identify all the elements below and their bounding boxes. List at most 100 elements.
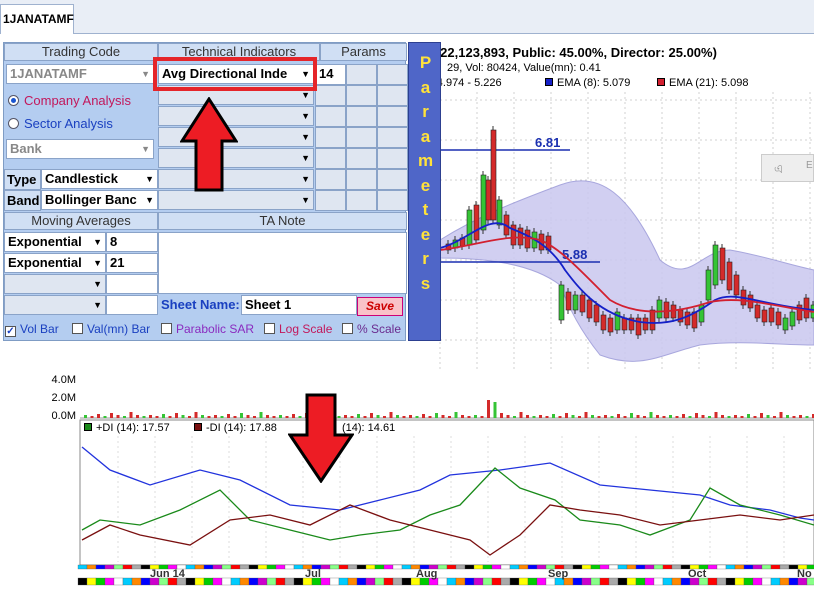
param-input-r1-c3[interactable] [377,64,408,85]
param-input-r3-c1[interactable] [315,106,346,127]
chevron-down-icon: ▼ [141,69,150,79]
candle [485,179,492,221]
date-ruler-cell [374,564,385,570]
param-input-r2-c2[interactable] [346,85,377,106]
param-input-r5-c1[interactable] [315,148,346,169]
date-ruler-cell [752,564,763,570]
candle [663,301,670,319]
date-ruler-cell [77,564,88,570]
candle [490,129,497,221]
candle [572,294,579,311]
param-input-r3-c3[interactable] [377,106,408,127]
level-label-lower: 5.88 [562,247,587,262]
ma-type-select-4[interactable]: ▼ [4,295,106,315]
params-header: Params [320,43,407,61]
trading-code-select[interactable]: 1JANATAMF ▼ [6,64,154,84]
date-ruler-cell [608,564,619,570]
chart-type-select[interactable]: Candlestick ▼ [41,169,158,189]
company-analysis-radio[interactable]: Company Analysis [8,93,131,108]
vol-bar-checkbox[interactable]: ✓ Vol Bar [5,322,59,337]
moving-averages-header: Moving Averages [4,212,158,230]
parabolic-sar-checkbox[interactable]: Parabolic SAR [161,322,254,336]
parameters-toggle[interactable]: Parameters [408,42,441,341]
volume-bar [376,415,380,418]
volume-bar [740,416,744,418]
ma-type-select-1[interactable]: Exponential ▼ [4,232,106,252]
ma-period-input-4[interactable] [106,295,158,315]
candle [684,311,691,326]
param-input-r4-c3[interactable] [377,127,408,148]
checkbox-icon [342,323,353,334]
param-input-r5-c3[interactable] [377,148,408,169]
language-toggle[interactable]: এE [761,154,814,182]
volume-bar [753,416,757,418]
param-input-r6-c2[interactable] [346,169,377,190]
volume-bar [103,416,107,418]
plus-di-swatch [84,423,92,431]
volume-bar [409,415,412,418]
date-ruler-cell [590,577,601,586]
candle [649,309,656,331]
date-ruler-cell [203,564,214,570]
param-input-r7-c2[interactable] [346,190,377,211]
volume-bar [766,415,770,418]
ma-type-select-2[interactable]: Exponential ▼ [4,253,106,273]
param-input-r1-c1[interactable]: 14 [315,64,346,85]
tab-1janatamf[interactable]: 1JANATAMF [0,4,74,34]
date-ruler-cell [113,564,124,570]
param-input-r4-c2[interactable] [346,127,377,148]
sector-analysis-radio[interactable]: Sector Analysis [8,116,113,131]
date-ruler-cell [446,577,457,586]
ma-type-select-3[interactable]: ▼ [4,274,106,294]
volume-bar [129,412,133,418]
date-ruler-cell [86,577,97,586]
volume-bar [181,415,185,418]
param-input-r2-c3[interactable] [377,85,408,106]
param-input-r4-c1[interactable] [315,127,346,148]
date-ruler-cell [293,577,304,586]
param-input-r2-c1[interactable] [315,85,346,106]
volume-bar [175,413,178,418]
volume-bar [695,413,698,418]
volume-bar [467,416,471,418]
param-input-r7-c3[interactable] [377,190,408,211]
pct-scale-checkbox[interactable]: % Scale [342,322,401,336]
param-input-r6-c3[interactable] [377,169,408,190]
candle [600,314,607,331]
date-ruler-cell [221,564,232,570]
log-scale-label: Log Scale [279,322,333,336]
log-scale-checkbox[interactable]: Log Scale [264,322,332,336]
date-ruler-cell [95,564,106,570]
volume-bar [272,416,276,418]
stats-line-1: : 222,123,893, Public: 45.00%, Director:… [425,45,717,60]
param-input-r3-c2[interactable] [346,106,377,127]
volume-bar [539,415,542,418]
ma-period-input-3[interactable] [106,274,158,294]
param-input-r1-c2[interactable] [346,64,377,85]
indicator-select-7[interactable]: ▼ [158,190,314,210]
date-ruler-cell [608,577,619,586]
date-ruler-cell [338,564,349,570]
valmn-bar-checkbox[interactable]: Val(mn) Bar [72,322,150,336]
ma-period-input-2[interactable]: 21 [106,253,158,273]
param-input-r5-c2[interactable] [346,148,377,169]
param-input-r7-c1[interactable] [315,190,346,211]
band-select[interactable]: Bollinger Banc ▼ [41,190,158,210]
sector-analysis-label: Sector Analysis [24,116,113,131]
sheet-name-input[interactable]: Sheet 1 [241,295,357,315]
save-button[interactable]: Save [357,297,403,316]
date-ruler-cell [770,564,781,570]
volume-bar [513,416,516,418]
date-ruler-cell [122,577,133,586]
volume-bar [721,415,724,418]
ma-period-input-1[interactable]: 8 [106,232,158,252]
ta-note-textarea[interactable] [158,232,407,294]
candle [719,247,726,281]
volume-bar [636,415,640,418]
date-ruler-cell [635,564,646,570]
volume-bar [422,414,425,418]
sector-select[interactable]: Bank ▼ [6,139,154,159]
company-analysis-label: Company Analysis [24,93,131,108]
volume-bar [747,414,750,418]
param-input-r6-c1[interactable] [315,169,346,190]
